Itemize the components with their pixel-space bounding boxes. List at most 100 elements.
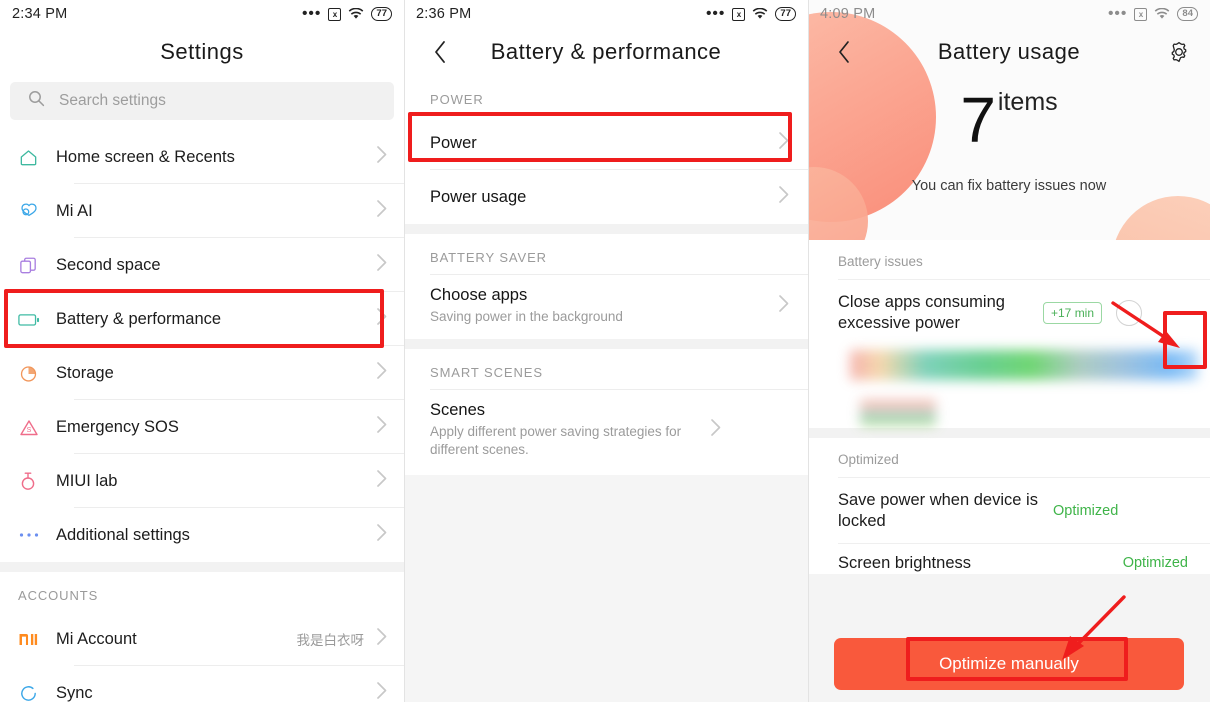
sidebar-item-label: Sync (56, 683, 93, 702)
close-apps-radio[interactable] (1116, 300, 1143, 327)
status-more-dots: ••• (302, 5, 322, 22)
sim-icon: x (328, 7, 342, 21)
battery-indicator: 77 (775, 7, 796, 21)
status-bar: 4:09 PM ••• x 84 (808, 0, 1210, 28)
chevron-right-icon (376, 415, 388, 439)
sim-icon: x (732, 7, 746, 21)
page-title: Settings (160, 39, 244, 64)
row-scenes[interactable]: Scenes Apply different power saving stra… (404, 390, 808, 475)
settings-title-bar: Settings (0, 28, 404, 76)
row-power[interactable]: Power (404, 116, 808, 170)
decorative-circle-corner (1112, 196, 1210, 240)
sidebar-item-label: Home screen & Recents (56, 147, 235, 166)
sidebar-item-label: Mi Account (56, 629, 137, 648)
status-icons: ••• x 84 (1108, 5, 1198, 22)
section-separator (808, 428, 1210, 439)
sidebar-item-label: MIUI lab (56, 471, 118, 490)
sos-icon: S (18, 417, 56, 438)
time-saving-badge: +17 min (1043, 302, 1103, 325)
row-subtitle: Saving power in the background (430, 309, 623, 324)
mi-ai-icon (18, 201, 56, 222)
sidebar-item-emergency-sos[interactable]: S Emergency SOS (0, 400, 404, 454)
wifi-icon (348, 8, 364, 20)
row-power-usage[interactable]: Power usage (404, 170, 808, 224)
battery-indicator: 84 (1177, 7, 1198, 21)
sidebar-item-mi-account[interactable]: Mi Account 我是白衣呀 (0, 612, 404, 666)
status-more-dots: ••• (706, 5, 726, 22)
chevron-right-icon (778, 294, 790, 318)
sidebar-item-label: Battery & performance (56, 309, 222, 328)
status-badge: Optimized (1122, 555, 1188, 572)
row-screen-brightness[interactable]: Screen brightness Optimized (808, 544, 1210, 574)
wifi-icon (1154, 8, 1170, 20)
panel-divider-1 (404, 0, 405, 702)
chevron-right-icon (376, 469, 388, 493)
battery-issues-card: Battery issues Close apps consuming exce… (808, 240, 1210, 429)
section-separator (404, 224, 808, 234)
battery-usage-title-bar: Battery usage (808, 28, 1210, 76)
screen-settings: 2:34 PM ••• x 77 Settings Search setting… (0, 0, 404, 702)
chevron-right-icon (376, 145, 388, 169)
second-space-icon (18, 255, 56, 276)
sidebar-item-label: Storage (56, 363, 114, 382)
status-bar: 2:36 PM ••• x 77 (404, 0, 808, 28)
sync-icon (18, 683, 56, 702)
search-input[interactable]: Search settings (10, 82, 394, 120)
row-close-apps[interactable]: Close apps consuming excessive power +17… (808, 280, 1210, 346)
row-title: Save power when device is locked (838, 491, 1038, 531)
group-header-battery-saver: BATTERY SAVER (404, 234, 808, 274)
sidebar-item-label: Additional settings (56, 525, 190, 544)
primary-action-container: Optimize manually (808, 638, 1210, 690)
row-title: Choose apps (430, 286, 528, 304)
screenshot-root: 2:34 PM ••• x 77 Settings Search setting… (0, 0, 1210, 702)
lab-icon (18, 470, 56, 492)
row-save-power-locked[interactable]: Save power when device is locked Optimiz… (808, 478, 1210, 545)
accounts-group-header: ACCOUNTS (0, 572, 404, 612)
row-power-text: Power (430, 134, 778, 153)
section-separator (404, 339, 808, 350)
search-container: Search settings (0, 76, 404, 130)
gear-icon[interactable] (1162, 35, 1196, 69)
wifi-icon (752, 8, 768, 20)
sidebar-item-storage[interactable]: Storage (0, 346, 404, 400)
optimized-card: Optimized Save power when device is lock… (808, 438, 1210, 575)
items-unit: items (997, 88, 1058, 116)
back-button[interactable] (822, 30, 866, 74)
row-title: Scenes (430, 401, 486, 420)
sidebar-item-additional-settings[interactable]: Additional settings (0, 508, 404, 562)
chevron-right-icon (710, 418, 722, 442)
status-badge: Optimized (1053, 503, 1119, 520)
mi-logo-icon (18, 631, 56, 648)
sidebar-item-sync[interactable]: Sync (0, 666, 404, 702)
row-title: Screen brightness (838, 553, 971, 572)
row-subtitle: Apply different power saving strategies … (430, 424, 682, 458)
chevron-right-icon (376, 199, 388, 223)
chevron-right-icon (376, 253, 388, 277)
status-time: 2:34 PM (12, 6, 68, 22)
status-icons: ••• x 77 (706, 5, 796, 22)
status-time: 2:36 PM (416, 6, 472, 22)
sidebar-item-label: Emergency SOS (56, 417, 179, 436)
sidebar-item-mi-ai[interactable]: Mi AI (0, 184, 404, 238)
sidebar-item-battery-performance[interactable]: Battery & performance (0, 292, 404, 346)
mi-account-value: 我是白衣呀 (296, 633, 365, 648)
sidebar-item-home-screen-recents[interactable]: Home screen & Recents (0, 130, 404, 184)
back-button[interactable] (418, 30, 462, 74)
optimize-manually-button[interactable]: Optimize manually (834, 638, 1184, 690)
sidebar-item-second-space[interactable]: Second space (0, 238, 404, 292)
row-choose-apps[interactable]: Choose apps Saving power in the backgrou… (404, 275, 808, 340)
status-more-dots: ••• (1108, 5, 1128, 22)
battery-usage-hero: 4:09 PM ••• x 84 Battery usage 7 items Y… (808, 0, 1210, 240)
hero-subtitle: You can fix battery issues now (911, 178, 1107, 194)
blurred-app-list (808, 346, 1210, 428)
chevron-right-icon (376, 681, 388, 702)
screen-battery-usage: 4:09 PM ••• x 84 Battery usage 7 items Y… (808, 0, 1210, 702)
battery-icon (18, 311, 56, 328)
row-title: Close apps consuming excessive power (838, 293, 1005, 333)
sidebar-item-miui-lab[interactable]: MIUI lab (0, 454, 404, 508)
more-icon (18, 531, 56, 539)
group-header-smart-scenes: SMART SCENES (404, 349, 808, 390)
panel-divider-2 (808, 0, 809, 702)
search-icon (28, 90, 45, 112)
battery-items-count: 7 items (808, 88, 1210, 152)
